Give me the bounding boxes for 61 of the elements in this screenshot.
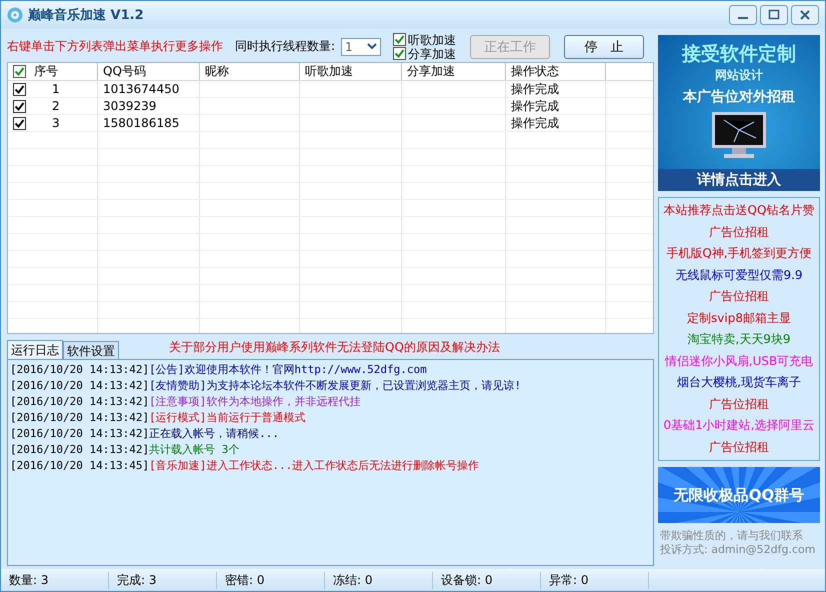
- status-item: 异常: 0: [541, 572, 649, 588]
- maximize-icon[interactable]: [760, 5, 788, 25]
- table-cell: 1013674450: [103, 82, 180, 96]
- option-checkbox[interactable]: [393, 33, 406, 46]
- ad-link[interactable]: 广告位招租: [709, 286, 769, 308]
- threads-dropdown[interactable]: 1: [341, 38, 382, 56]
- table-cell: 3039239: [103, 99, 156, 114]
- select-all-checkbox[interactable]: [13, 65, 26, 78]
- log-tab[interactable]: 软件设置: [63, 341, 119, 360]
- ad-link[interactable]: 无线鼠标可爱型仅需9.9: [675, 264, 803, 286]
- close-icon[interactable]: [791, 5, 819, 25]
- threads-label: 同时执行线程数量:: [235, 38, 336, 56]
- table-cell: 操作完成: [511, 116, 559, 130]
- log-line: [2016/10/20 14:13:42]正在载入帐号，请稍候...: [10, 426, 280, 442]
- stop-button[interactable]: 停 止: [564, 34, 644, 59]
- status-item: 密错: 0: [217, 572, 325, 588]
- log-line: [2016/10/20 14:13:42][公告]欢迎使用本软件！官网http://www.52dfg.com: [10, 362, 428, 378]
- ad-link[interactable]: 广告位招租: [709, 222, 769, 243]
- status-item: 完成: 3: [109, 572, 217, 588]
- hint-text: 右键单击下方列表弹出菜单执行更多操作: [7, 38, 223, 56]
- log-line: [2016/10/20 14:13:42][友情赞助]为支持本论坛本软件不断发展更新，已设置浏览器主页，请见谅!: [10, 378, 522, 394]
- column-header[interactable]: 操作状态: [506, 63, 606, 80]
- ad-link[interactable]: 本站推荐点击送QQ钻名片赞: [664, 200, 814, 222]
- ad-link[interactable]: 淘宝特卖,天天9块9: [687, 329, 791, 350]
- ad-link[interactable]: 广告位招租: [709, 394, 769, 415]
- row-checkbox[interactable]: [13, 117, 26, 130]
- log-line: [2016/10/20 14:13:42][运行模式]当前运行于普通模式: [10, 410, 306, 426]
- ad-banner[interactable]: 接受软件定制 网站设计 本广告位对外招租 详情点击进入: [658, 35, 820, 191]
- row-checkbox[interactable]: [13, 83, 26, 96]
- row-checkbox[interactable]: [13, 100, 26, 114]
- column-header[interactable]: 序号: [34, 63, 58, 80]
- window-title: 巅峰音乐加速 V1.2: [28, 6, 144, 24]
- table-cell: 操作完成: [511, 82, 559, 96]
- ad-link[interactable]: 定制svip8邮箱主显: [687, 308, 791, 329]
- log-line: [2016/10/20 14:13:45][音乐加速]进入工作状态...进入工作状态后无法进行删除帐号操作: [10, 458, 480, 474]
- disc-icon: [7, 7, 23, 23]
- column-header[interactable]: 听歌加速: [300, 63, 402, 80]
- ad-link[interactable]: 烟台大樱桃,现货车离子: [677, 372, 801, 394]
- column-header[interactable]: 分享加速: [402, 63, 506, 80]
- column-header[interactable]: 昵称: [200, 63, 300, 80]
- table-cell: 1580186185: [103, 116, 180, 130]
- status-item: 设备锁: 0: [433, 572, 541, 588]
- log-line: [2016/10/20 14:13:42]共计载入帐号 3个: [10, 442, 240, 458]
- column-header[interactable]: QQ号码: [98, 63, 200, 80]
- option-checkbox[interactable]: [393, 47, 406, 60]
- disclaimer-text: 带欺骗性质的，请与我们联系: [660, 529, 804, 543]
- log-line: [2016/10/20 14:13:42][注意事项]软件为本地操作，并非远程代挂: [10, 394, 362, 410]
- table-cell: 操作完成: [511, 99, 559, 114]
- ad-link[interactable]: 广告位招租: [709, 436, 769, 458]
- table-cell: 2: [52, 98, 60, 116]
- table-cell: 1: [52, 81, 60, 98]
- option-label[interactable]: 分享加速: [408, 46, 456, 61]
- log-tab[interactable]: 运行日志: [7, 340, 63, 360]
- status-item: 数量: 3: [1, 572, 109, 588]
- disclaimer-text: 投诉方式: admin@52dfg.com: [660, 543, 816, 557]
- status-item: 冻结: 0: [325, 572, 433, 588]
- minimize-icon[interactable]: [729, 5, 757, 25]
- chevron-icon: [367, 43, 378, 50]
- table-cell: 3: [52, 115, 60, 132]
- ad-link[interactable]: 手机版Q神,手机签到更方便: [666, 243, 812, 264]
- option-label[interactable]: 听歌加速: [408, 32, 456, 47]
